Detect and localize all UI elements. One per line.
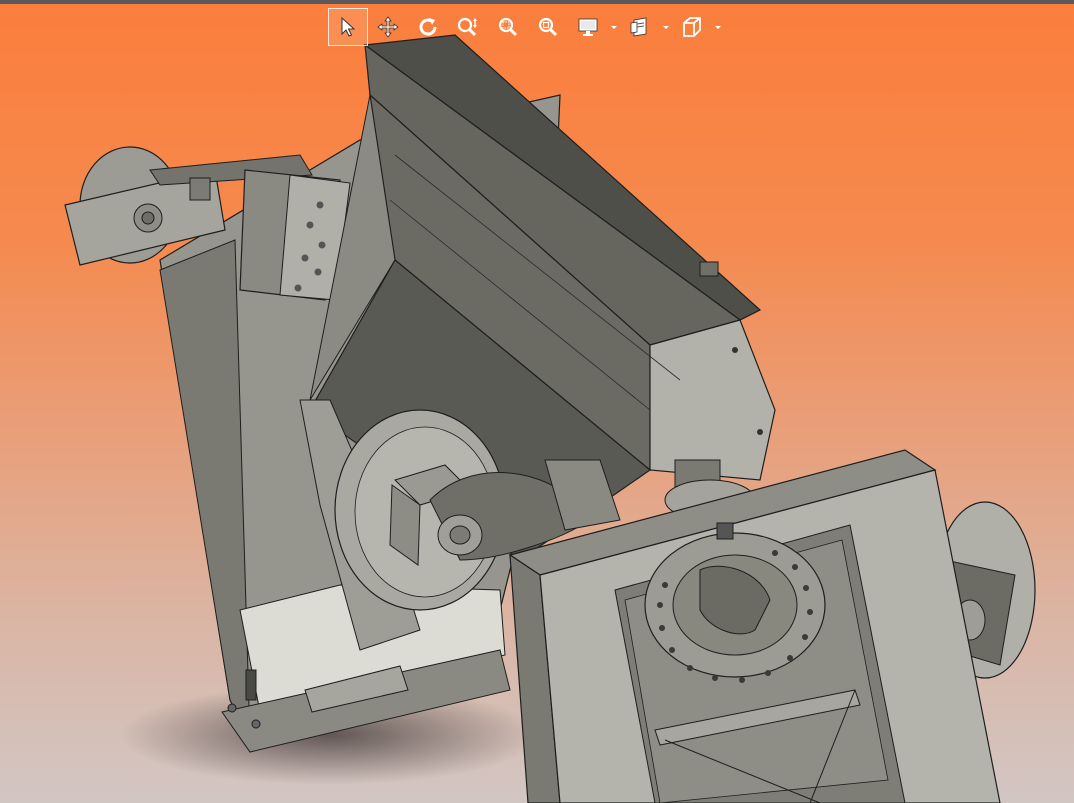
zoom-to-area-icon[interactable] [488, 8, 528, 46]
standard-views-dropdown[interactable] [712, 8, 724, 46]
view-settings-dropdown[interactable] [660, 8, 672, 46]
zoom-in-out-icon[interactable] [448, 8, 488, 46]
cad-3d-viewport[interactable] [0, 0, 1074, 803]
select-arrow-icon[interactable] [328, 8, 368, 46]
display-monitor-icon[interactable] [568, 8, 608, 46]
standard-views-cube-icon[interactable] [672, 8, 712, 46]
view-settings-icon[interactable] [620, 8, 660, 46]
view-toolbar [328, 8, 724, 46]
display-mode-dropdown[interactable] [608, 8, 620, 46]
zoom-to-fit-icon[interactable] [528, 8, 568, 46]
pan-move-icon[interactable] [368, 8, 408, 46]
rotate-icon[interactable] [408, 8, 448, 46]
